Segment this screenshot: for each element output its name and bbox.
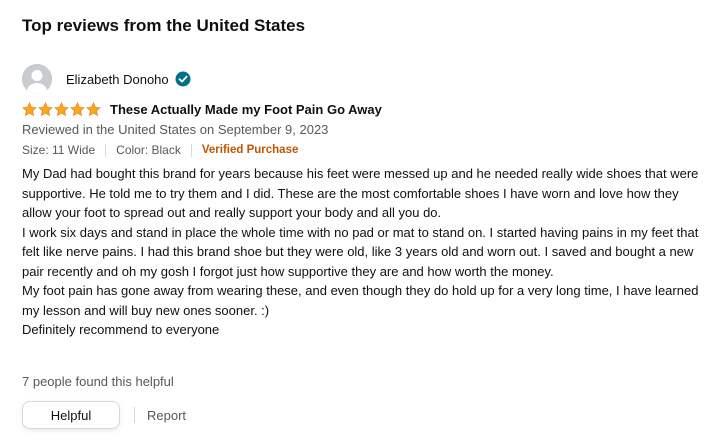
review-body: My Dad had bought this brand for years b… <box>22 164 702 340</box>
review-paragraph: My foot pain has gone away from wearing … <box>22 283 699 318</box>
review-actions: Helpful Report <box>22 401 186 429</box>
verified-purchase-badge[interactable]: Verified Purchase <box>202 144 299 156</box>
review-paragraph: My Dad had bought this brand for years b… <box>22 166 699 220</box>
color-info[interactable]: Color: Black <box>116 143 181 157</box>
user-avatar-icon <box>22 64 52 94</box>
divider <box>134 407 135 423</box>
review-title[interactable]: These Actually Made my Foot Pain Go Away <box>110 102 382 117</box>
report-link[interactable]: Report <box>147 408 186 423</box>
reviewer-profile[interactable]: Elizabeth Donoho <box>22 64 191 94</box>
helpful-button[interactable]: Helpful <box>22 401 120 429</box>
star-icon <box>54 101 69 116</box>
star-icon <box>22 101 37 116</box>
star-icon <box>38 101 53 116</box>
review-paragraph: Definitely recommend to everyone <box>22 322 220 337</box>
review-paragraph: I work six days and stand in place the w… <box>22 224 699 279</box>
helpful-count: 7 people found this helpful <box>22 374 174 389</box>
divider <box>190 143 192 157</box>
section-heading: Top reviews from the United States <box>22 16 306 35</box>
reviewer-name[interactable]: Elizabeth Donoho <box>66 72 169 87</box>
review-title-row: These Actually Made my Foot Pain Go Away <box>22 100 382 118</box>
divider <box>105 143 107 157</box>
star-icon <box>86 101 101 116</box>
star-icon <box>70 101 85 116</box>
check-circle-icon <box>175 71 191 87</box>
variant-info: Size: 11 Wide Color: Black Verified Purc… <box>22 143 298 157</box>
size-info[interactable]: Size: 11 Wide <box>22 143 95 157</box>
review-date: Reviewed in the United States on Septemb… <box>22 122 329 137</box>
star-rating[interactable] <box>22 101 101 117</box>
